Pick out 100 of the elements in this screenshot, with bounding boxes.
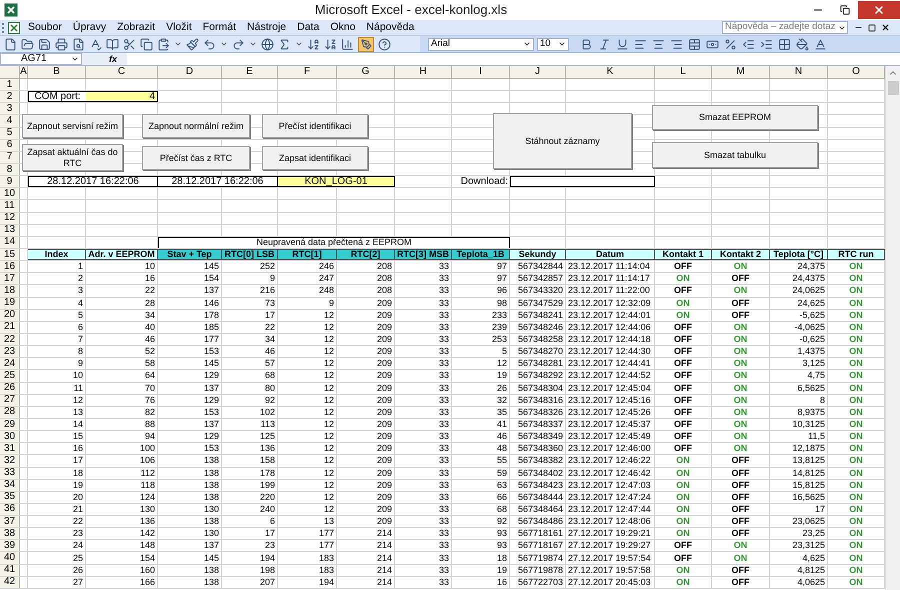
sheet-button[interactable]: Přečíst čas z RTC <box>142 146 250 170</box>
formula-field[interactable] <box>127 53 900 65</box>
row-header[interactable]: 20 <box>0 310 20 321</box>
vertical-scrollbar[interactable] <box>885 66 900 590</box>
fill-color-icon[interactable] <box>796 38 809 50</box>
sort-ascending-icon[interactable] <box>307 38 320 50</box>
paintbrush-icon[interactable] <box>186 38 199 50</box>
function-label[interactable]: fx <box>109 54 118 64</box>
menu-item[interactable]: Okno <box>330 22 356 33</box>
column-header[interactable]: G <box>337 66 395 79</box>
row-header[interactable]: 6 <box>0 140 20 151</box>
new-file-icon[interactable] <box>4 38 17 50</box>
row-header[interactable]: 37 <box>0 516 20 528</box>
caret-icon[interactable] <box>174 40 182 48</box>
sort-descending-icon[interactable] <box>324 38 337 50</box>
indent-decrease-icon[interactable] <box>742 38 755 50</box>
row-header[interactable]: 16 <box>0 261 20 272</box>
row-header[interactable]: 21 <box>0 322 20 333</box>
column-header[interactable]: D <box>158 66 222 79</box>
menu-item[interactable]: Soubor <box>28 22 62 33</box>
sheet-button[interactable]: Zapsat identifikaci <box>262 146 368 170</box>
row-header[interactable]: 32 <box>0 455 20 466</box>
sheet-button[interactable]: Stáhnout záznamy <box>493 113 632 169</box>
row-header[interactable]: 23 <box>0 346 20 358</box>
bar-chart-icon[interactable] <box>341 38 354 50</box>
row-header[interactable]: 33 <box>0 468 20 479</box>
row-header[interactable]: 30 <box>0 431 20 442</box>
row-header[interactable]: 39 <box>0 540 20 552</box>
sheet-button[interactable]: Zapsat aktuální čas do RTC <box>22 144 123 171</box>
row-header[interactable]: 35 <box>0 492 20 503</box>
sheet-button[interactable]: Smazat EEPROM <box>652 105 818 130</box>
restore-icon[interactable] <box>840 5 850 15</box>
column-header[interactable]: O <box>828 66 885 79</box>
row-header[interactable]: 2 <box>0 91 20 102</box>
column-header[interactable]: K <box>566 66 655 79</box>
row-header[interactable]: 22 <box>0 334 20 346</box>
bold-icon[interactable] <box>580 38 593 50</box>
align-center-icon[interactable] <box>652 38 665 50</box>
column-header[interactable]: I <box>452 66 510 79</box>
caret-icon[interactable] <box>295 40 303 48</box>
row-header[interactable]: 3 <box>0 103 20 114</box>
row-header[interactable]: 10 <box>0 188 20 200</box>
row-header[interactable]: 29 <box>0 418 20 430</box>
book-icon[interactable] <box>106 38 119 50</box>
menu-item[interactable]: Nástroje <box>247 22 286 33</box>
column-header[interactable]: M <box>712 66 770 79</box>
row-header[interactable]: 14 <box>0 236 20 248</box>
row-header[interactable]: 9 <box>0 176 20 188</box>
row-header[interactable]: 12 <box>0 212 20 224</box>
row-header[interactable]: 15 <box>0 248 20 260</box>
row-header[interactable]: 40 <box>0 552 20 564</box>
row-header[interactable]: 13 <box>0 224 20 236</box>
caret-icon[interactable] <box>220 40 228 48</box>
font-dropdown[interactable]: Arial <box>428 38 534 50</box>
redo-icon[interactable] <box>232 38 245 50</box>
restore-icon[interactable] <box>868 24 876 32</box>
row-header[interactable]: 19 <box>0 298 20 309</box>
merge-cells-icon[interactable] <box>688 38 701 50</box>
column-header[interactable]: L <box>655 66 712 79</box>
align-right-icon[interactable] <box>670 38 683 50</box>
row-header[interactable]: 42 <box>0 576 20 588</box>
spell-check-icon[interactable] <box>89 38 102 50</box>
column-header[interactable]: A <box>20 66 28 79</box>
column-header[interactable]: B <box>28 66 86 79</box>
row-header[interactable]: 34 <box>0 480 20 491</box>
column-header[interactable]: H <box>395 66 452 79</box>
help-icon[interactable] <box>378 38 391 50</box>
printer-icon[interactable] <box>55 38 68 50</box>
row-header[interactable]: 7 <box>0 152 20 163</box>
menu-item[interactable]: Zobrazit <box>117 22 156 33</box>
paste-icon[interactable] <box>157 38 170 50</box>
row-header[interactable]: 8 <box>0 164 20 176</box>
undo-icon[interactable] <box>203 38 216 50</box>
row-header[interactable]: 18 <box>0 285 20 297</box>
font-size-dropdown[interactable]: 10 <box>537 38 569 50</box>
sheet-button[interactable]: Přečíst identifikaci <box>262 114 368 138</box>
scissors-icon[interactable] <box>123 38 136 50</box>
row-header[interactable]: 36 <box>0 504 20 516</box>
row-header[interactable]: 17 <box>0 273 20 284</box>
sheet-button[interactable]: Smazat tabulku <box>652 142 818 168</box>
align-left-icon[interactable] <box>634 38 647 50</box>
menu-item[interactable]: Nápověda <box>366 22 414 33</box>
save-icon[interactable] <box>38 38 51 50</box>
folder-icon[interactable] <box>21 38 34 50</box>
row-header[interactable]: 11 <box>0 200 20 212</box>
font-color-icon[interactable] <box>814 38 827 50</box>
scroll-thumb[interactable] <box>888 81 898 95</box>
column-header[interactable]: E <box>222 66 278 79</box>
sheet-button[interactable]: Zapnout normální režim <box>142 114 250 138</box>
column-header[interactable]: N <box>770 66 828 79</box>
menu-item[interactable]: Úpravy <box>72 22 106 33</box>
name-box[interactable]: AG71 <box>0 53 82 65</box>
column-header[interactable]: J <box>510 66 566 79</box>
menu-item[interactable]: Formát <box>202 22 236 33</box>
row-header[interactable]: 1 <box>0 79 20 90</box>
row-header[interactable]: 24 <box>0 358 20 370</box>
menu-item[interactable]: Vložit <box>166 22 192 33</box>
row-header[interactable]: 4 <box>0 115 20 127</box>
row-header[interactable]: 38 <box>0 528 20 540</box>
sigma-icon[interactable] <box>278 38 291 50</box>
